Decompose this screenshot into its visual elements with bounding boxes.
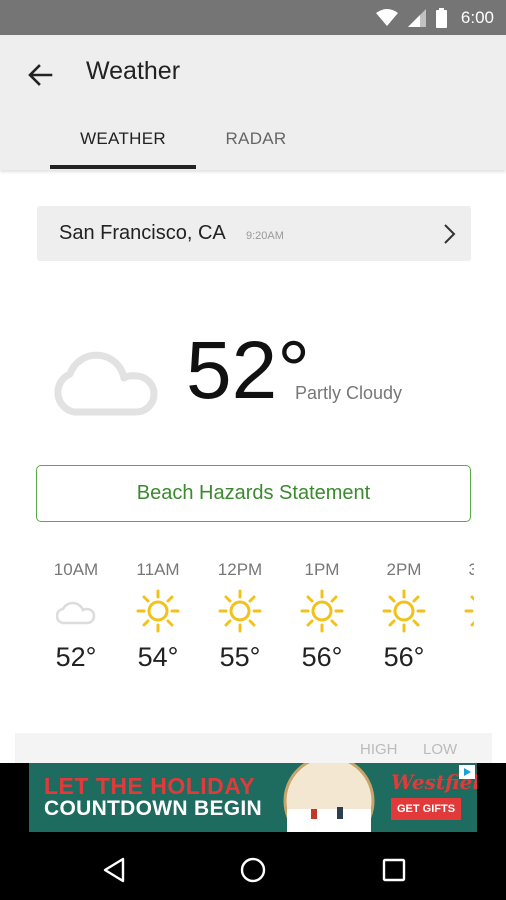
ad-cta-button[interactable]: GET GIFTS xyxy=(391,798,461,820)
ad-area: LET THE HOLIDAY COUNTDOWN BEGIN Westfiel… xyxy=(0,763,506,838)
hour-temp: 55° xyxy=(219,642,261,672)
system-nav-bar xyxy=(0,838,506,900)
hour-time: 11AM xyxy=(136,560,180,579)
hourly-item: 12PM 55° xyxy=(199,560,281,673)
sun-icon xyxy=(218,589,262,633)
sun-icon xyxy=(300,589,344,633)
hour-time: 2PM xyxy=(386,560,422,579)
weather-alert-button[interactable]: Beach Hazards Statement xyxy=(36,465,471,522)
hour-icon-wrap xyxy=(199,586,281,636)
hour-temp: 56° xyxy=(301,642,343,672)
hourly-item: 10AM 52° xyxy=(35,560,117,673)
daily-forecast-header: HIGH LOW xyxy=(15,733,492,765)
home-circle-icon xyxy=(240,857,266,883)
hourly-item: 3PM 5 xyxy=(445,560,474,673)
daily-low-label: LOW xyxy=(423,741,458,758)
chevron-right-icon xyxy=(444,224,456,244)
status-time: 6:00 xyxy=(460,7,494,27)
hour-time: 1PM xyxy=(304,560,340,579)
daily-high-label: HIGH xyxy=(360,741,398,758)
app-bar: Weather WEATHER RADAR xyxy=(0,35,506,170)
page-title: Weather xyxy=(86,57,181,85)
hour-time: 3PM xyxy=(468,560,474,579)
recents-square-icon xyxy=(382,858,406,882)
hour-icon-wrap xyxy=(363,586,445,636)
tab-weather[interactable]: WEATHER xyxy=(50,129,196,149)
hour-icon-wrap xyxy=(281,586,363,636)
status-icons: 6:00 xyxy=(375,0,494,35)
tab-radar[interactable]: RADAR xyxy=(206,129,306,149)
ad-headline: LET THE HOLIDAY xyxy=(44,773,256,799)
adchoices-icon[interactable] xyxy=(459,765,475,779)
location-name: San Francisco, CA xyxy=(59,222,226,244)
tab-indicator xyxy=(50,165,196,169)
back-triangle-icon xyxy=(103,857,125,883)
arrow-back-icon xyxy=(28,64,53,86)
hour-temp: 52° xyxy=(55,642,97,672)
hour-icon-wrap xyxy=(35,586,117,636)
ad-banner[interactable]: LET THE HOLIDAY COUNTDOWN BEGIN Westfiel… xyxy=(29,763,477,832)
hourly-forecast[interactable]: 10AM 52° 11AM 54° 12PM 55° 1PM 56° 2PM 5… xyxy=(0,560,474,700)
current-temperature: 52° xyxy=(186,325,311,416)
status-bar: 6:00 xyxy=(0,0,506,35)
nav-back-button[interactable] xyxy=(94,850,134,890)
cloud-icon xyxy=(54,351,158,416)
location-updated-time: 9:20AM xyxy=(246,230,284,242)
wifi-icon xyxy=(375,8,398,26)
sun-icon xyxy=(136,589,180,633)
hourly-item: 2PM 56° xyxy=(363,560,445,673)
ornament-image xyxy=(283,763,375,832)
back-button[interactable] xyxy=(24,59,56,91)
hour-time: 12PM xyxy=(217,560,263,579)
nav-recents-button[interactable] xyxy=(374,850,414,890)
current-condition: Partly Cloudy xyxy=(295,383,403,403)
hour-time: 10AM xyxy=(53,560,99,579)
battery-icon xyxy=(435,7,447,28)
hour-temp: 56° xyxy=(383,642,425,672)
nav-home-button[interactable] xyxy=(233,850,273,890)
cloud-icon xyxy=(56,601,96,625)
ad-subheadline: COUNTDOWN BEGIN xyxy=(44,797,262,820)
sun-icon xyxy=(464,595,474,627)
hour-icon-wrap xyxy=(445,586,474,636)
signal-icon xyxy=(407,8,426,27)
hour-temp: 54° xyxy=(137,642,179,672)
alert-label: Beach Hazards Statement xyxy=(136,482,371,504)
hour-icon-wrap xyxy=(117,586,199,636)
hourly-item: 11AM 54° xyxy=(117,560,199,673)
sun-icon xyxy=(382,589,426,633)
hourly-item: 1PM 56° xyxy=(281,560,363,673)
hour-temp: 5 xyxy=(445,642,474,673)
location-selector[interactable]: San Francisco, CA 9:20AM xyxy=(37,206,471,261)
